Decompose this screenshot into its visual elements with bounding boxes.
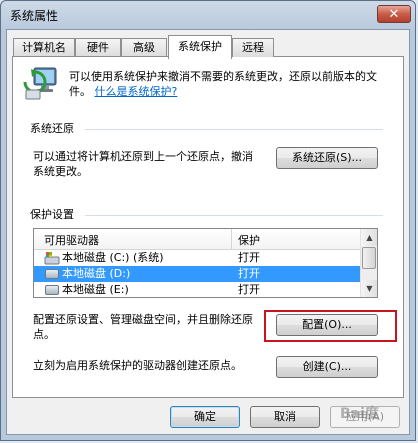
configure-description: 配置还原设置、管理磁盘空间，并且删除还原点。	[33, 313, 253, 341]
hard-drive-icon	[45, 285, 59, 295]
cancel-button[interactable]: 取消	[250, 406, 320, 428]
column-header-protection[interactable]: 保护	[238, 232, 260, 248]
drive-name: 本地磁盘 (E:)	[62, 283, 129, 296]
system-restore-heading: 系统还原	[30, 122, 74, 135]
scroll-up-arrow-icon[interactable]: ▲	[361, 229, 377, 246]
drive-row-selected[interactable]: 本地磁盘 (D:) 打开	[34, 266, 360, 282]
scroll-down-arrow-icon[interactable]: ▼	[361, 280, 377, 297]
drives-list[interactable]: 可用驱动器 保护 本地磁盘 (C:) (系统) 打开 本地磁盘 (D:) 打开 …	[33, 228, 378, 298]
drive-name: 本地磁盘 (D:)	[62, 267, 131, 280]
column-header-drives[interactable]: 可用驱动器	[44, 232, 99, 248]
column-divider[interactable]	[231, 229, 232, 249]
tab-system-protection[interactable]: 系统保护	[168, 35, 232, 59]
title-bar[interactable]: 系统属性 ✕	[0, 0, 416, 28]
intro-description: 可以使用系统保护来撤消不需要的系统更改，还原以前版本的文件。 什么是系统保护?	[69, 69, 387, 99]
protection-settings-heading: 保护设置	[30, 208, 74, 221]
drive-name: 本地磁盘 (C:) (系统)	[62, 251, 164, 264]
create-button[interactable]: 创建(C)...	[276, 356, 378, 378]
divider	[85, 215, 383, 216]
hard-drive-icon	[45, 269, 59, 279]
drive-protection-status: 打开	[238, 283, 260, 296]
tab-remote[interactable]: 远程	[232, 38, 274, 57]
system-drive-icon	[44, 251, 60, 265]
scroll-thumb[interactable]	[362, 247, 376, 269]
list-scrollbar[interactable]: ▲ ▼	[360, 229, 377, 297]
drive-protection-status: 打开	[238, 251, 260, 264]
create-description: 立刻为启用系统保护的驱动器创建还原点。	[33, 359, 242, 372]
system-restore-button[interactable]: 系统还原(S)...	[276, 147, 378, 169]
window-title: 系统属性	[10, 9, 59, 23]
what-is-system-protection-link[interactable]: 什么是系统保护?	[95, 85, 178, 98]
tab-hardware[interactable]: 硬件	[75, 38, 121, 57]
close-button[interactable]: ✕	[377, 5, 411, 23]
tab-computer-name[interactable]: 计算机名	[13, 38, 75, 57]
tab-panel	[12, 56, 404, 398]
drive-protection-status: 打开	[238, 267, 260, 280]
divider	[85, 129, 383, 130]
list-header: 可用驱动器 保护	[34, 229, 360, 250]
system-restore-description: 可以通过将计算机还原到上一个还原点，撤消系统更改。	[33, 150, 253, 178]
highlight-box	[264, 310, 397, 342]
tab-advanced[interactable]: 高级	[121, 38, 167, 57]
system-protection-icon	[22, 64, 60, 102]
watermark: Bai度	[340, 406, 379, 422]
drive-row[interactable]: 本地磁盘 (C:) (系统) 打开	[34, 250, 360, 266]
drive-row[interactable]: 本地磁盘 (E:) 打开	[34, 282, 360, 297]
ok-button[interactable]: 确定	[170, 406, 240, 428]
